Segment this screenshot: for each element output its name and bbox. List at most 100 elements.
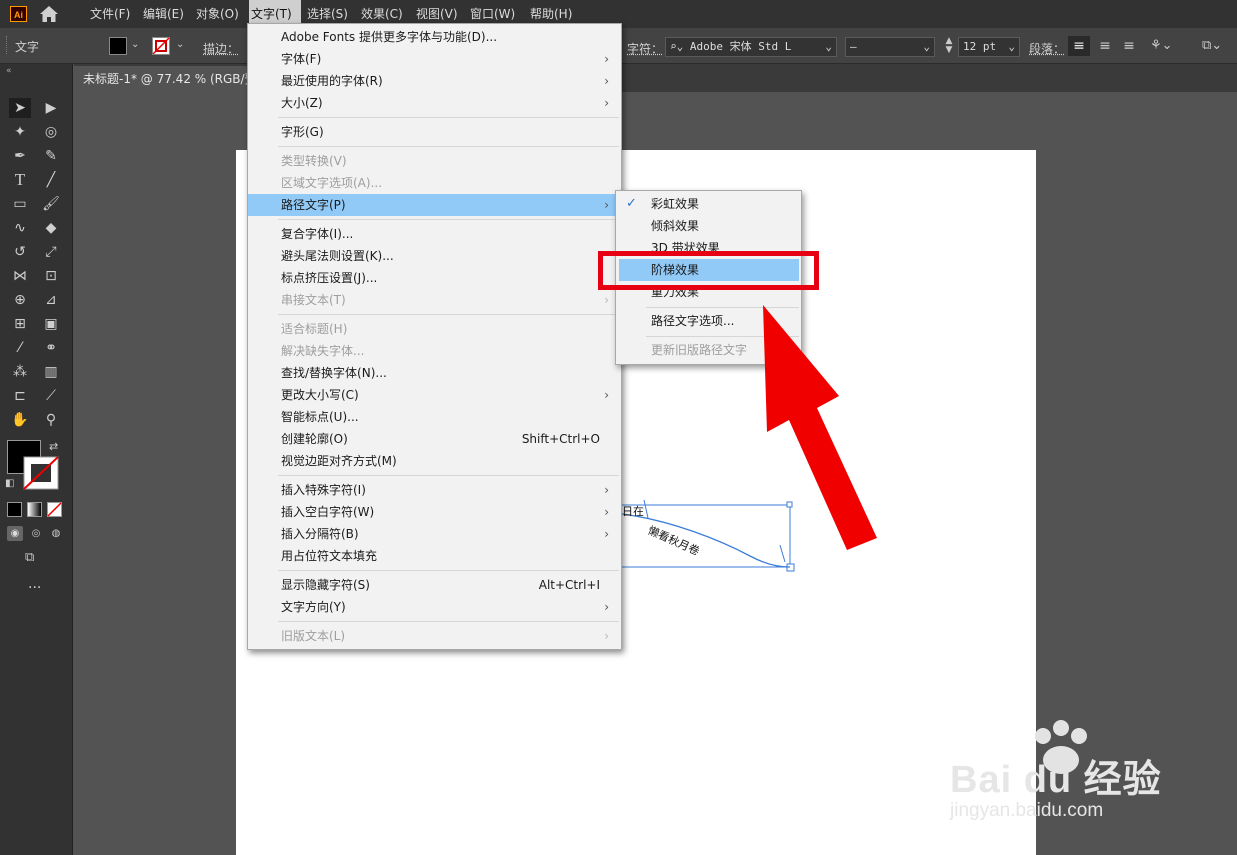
menu-separator: [278, 146, 619, 147]
menu-item-legacy-text: 旧版文本(L) ›: [248, 625, 621, 647]
fill-swatch[interactable]: [109, 37, 127, 55]
align-left-icon[interactable]: ≡: [1068, 36, 1090, 56]
menu-item-mojikumi[interactable]: 标点挤压设置(J)...: [248, 267, 621, 289]
magic-wand-tool-icon[interactable]: ✦: [9, 122, 31, 142]
menu-item-insert-special-char[interactable]: 插入特殊字符(I) ›: [248, 479, 621, 501]
menu-item-insert-break[interactable]: 插入分隔符(B) ›: [248, 523, 621, 545]
red-arrow-icon: [763, 305, 877, 550]
symbol-sprayer-tool-icon[interactable]: ⁂: [9, 362, 31, 382]
align-center-icon[interactable]: ≡: [1094, 36, 1116, 56]
mesh-tool-icon[interactable]: ⊞: [9, 314, 31, 334]
gradient-tool-icon[interactable]: ▣: [40, 314, 62, 334]
slice-tool-icon[interactable]: ⟋: [40, 386, 62, 406]
submenu-item-skew[interactable]: 倾斜效果: [616, 215, 801, 237]
selection-tool-icon[interactable]: ➤: [9, 98, 31, 118]
free-transform-tool-icon[interactable]: ⊡: [40, 266, 62, 286]
lasso-tool-icon[interactable]: ◎: [40, 122, 62, 142]
font-size-field[interactable]: 12 pt ⌄: [958, 37, 1020, 57]
chevron-down-icon[interactable]: ⌄: [176, 39, 184, 50]
align-right-icon[interactable]: ≡: [1118, 36, 1140, 56]
menu-item-create-outlines[interactable]: 创建轮廓(O) Shift+Ctrl+O: [248, 428, 621, 450]
blend-tool-icon[interactable]: ⚭: [40, 338, 62, 358]
draw-behind-icon[interactable]: ◎: [28, 526, 44, 541]
menu-separator: [278, 621, 619, 622]
column-graph-tool-icon[interactable]: ▥: [40, 362, 62, 382]
menu-item-fit-headline: 适合标题(H): [281, 322, 348, 336]
stroke-label[interactable]: 描边：: [203, 40, 239, 57]
width-tool-icon[interactable]: ⋈: [9, 266, 31, 286]
shaper-tool-icon[interactable]: ∿: [9, 218, 31, 238]
curvature-tool-icon[interactable]: ✎: [40, 146, 62, 166]
menu-item-glyphs[interactable]: 字形(G): [248, 121, 621, 143]
menu-item-show-hidden-chars[interactable]: 显示隐藏字符(S) Alt+Ctrl+I: [248, 574, 621, 596]
hand-tool-icon[interactable]: ✋: [9, 410, 31, 430]
shape-builder-tool-icon[interactable]: ⊕: [9, 290, 31, 310]
collapse-icon[interactable]: «: [6, 66, 12, 76]
menu-item-kinsoku[interactable]: 避头尾法则设置(K)...: [248, 245, 621, 267]
document-tab[interactable]: 未标题-1* @ 77.42 % (RGB/预: [74, 66, 258, 92]
more-tools-icon[interactable]: ···: [28, 580, 41, 596]
type-tool-icon[interactable]: T: [9, 170, 31, 190]
menu-item-optical-margin[interactable]: 视觉边距对齐方式(M): [248, 450, 621, 472]
chevron-down-icon[interactable]: ⌄: [131, 39, 139, 50]
menu-item-font[interactable]: 字体(F) ›: [248, 48, 621, 70]
perspective-grid-tool-icon[interactable]: ⊿: [40, 290, 62, 310]
rectangle-tool-icon[interactable]: ▭: [9, 194, 31, 214]
menu-item-type-orientation[interactable]: 文字方向(Y) ›: [248, 596, 621, 618]
menu-file[interactable]: 文件(F): [88, 0, 132, 28]
artboard-tool-icon[interactable]: ⊏: [9, 386, 31, 406]
character-label[interactable]: 字符：: [627, 40, 663, 57]
menu-item-change-case[interactable]: 更改大小写(C) ›: [248, 384, 621, 406]
draw-inside-icon[interactable]: ◍: [48, 526, 64, 541]
menu-item-fill-placeholder[interactable]: 用占位符文本填充: [248, 545, 621, 567]
menu-item-insert-whitespace[interactable]: 插入空白字符(W) ›: [248, 501, 621, 523]
chevron-right-icon: ›: [604, 629, 609, 643]
stroke-swatch[interactable]: [152, 37, 170, 55]
shortcut-label: Shift+Ctrl+O: [521, 432, 600, 446]
stroke-color-icon[interactable]: [23, 456, 59, 490]
default-colors-icon[interactable]: ◧: [5, 478, 14, 489]
menu-separator: [278, 475, 619, 476]
menu-item-adobe-fonts[interactable]: Adobe Fonts 提供更多字体与功能(D)...: [248, 26, 621, 48]
menu-item-size[interactable]: 大小(Z) ›: [248, 92, 621, 114]
menu-item-type-on-path[interactable]: 路径文字(P) ›: [248, 194, 621, 216]
shortcut-label: Alt+Ctrl+I: [538, 578, 600, 592]
drag-handle[interactable]: [6, 36, 10, 54]
transform-icon[interactable]: ⧉⌄: [1202, 36, 1230, 56]
menu-item-composite-fonts[interactable]: 复合字体(I)...: [248, 223, 621, 245]
gradient-mode-icon[interactable]: [27, 502, 42, 517]
direct-selection-tool-icon[interactable]: ▶: [40, 98, 62, 118]
font-style-dropdown[interactable]: – ⌄: [845, 37, 935, 57]
chevron-down-icon: ⌄: [825, 40, 832, 53]
chevron-right-icon: ›: [604, 198, 609, 212]
draw-normal-icon[interactable]: ◉: [7, 526, 23, 541]
color-mode-icon[interactable]: [7, 502, 22, 517]
menu-item-recent-fonts[interactable]: 最近使用的字体(R) ›: [248, 70, 621, 92]
chevron-right-icon: ›: [604, 74, 609, 88]
watermark-url: jingyan.baidu.com: [950, 800, 1104, 821]
menu-item-smart-punctuation[interactable]: 智能标点(U)...: [248, 406, 621, 428]
paragraph-label[interactable]: 段落：: [1029, 40, 1065, 57]
recolor-icon[interactable]: ⚘⌄: [1150, 36, 1178, 56]
menu-separator: [278, 117, 619, 118]
none-mode-icon[interactable]: [47, 502, 62, 517]
home-icon[interactable]: [38, 5, 60, 23]
zoom-tool-icon[interactable]: ⚲: [40, 410, 62, 430]
font-family-dropdown[interactable]: ⌕⌄ Adobe 宋体 Std L ⌄: [665, 37, 837, 57]
rotate-tool-icon[interactable]: ↺: [9, 242, 31, 262]
menu-item-find-replace-font[interactable]: 查找/替换字体(N)...: [248, 362, 621, 384]
screen-mode-icon[interactable]: ⧉: [25, 550, 34, 565]
line-tool-icon[interactable]: ╱: [40, 170, 62, 190]
swap-colors-icon[interactable]: ⇄: [49, 440, 58, 453]
eraser-tool-icon[interactable]: ◆: [40, 218, 62, 238]
submenu-item-rainbow[interactable]: ✓ 彩虹效果: [616, 193, 801, 215]
menu-edit[interactable]: 编辑(E): [141, 0, 186, 28]
menu-item-area-type-options: 区域文字选项(A)...: [281, 176, 383, 190]
menu-object[interactable]: 对象(O): [194, 0, 241, 28]
chevron-down-icon: ⌄: [923, 40, 930, 53]
scale-tool-icon[interactable]: ⤢: [40, 242, 62, 262]
paintbrush-tool-icon[interactable]: 🖌: [40, 194, 62, 214]
pen-tool-icon[interactable]: ✒: [9, 146, 31, 166]
eyedropper-tool-icon[interactable]: ⁄: [9, 338, 31, 358]
font-size-stepper[interactable]: ▲ ▼: [943, 37, 955, 57]
